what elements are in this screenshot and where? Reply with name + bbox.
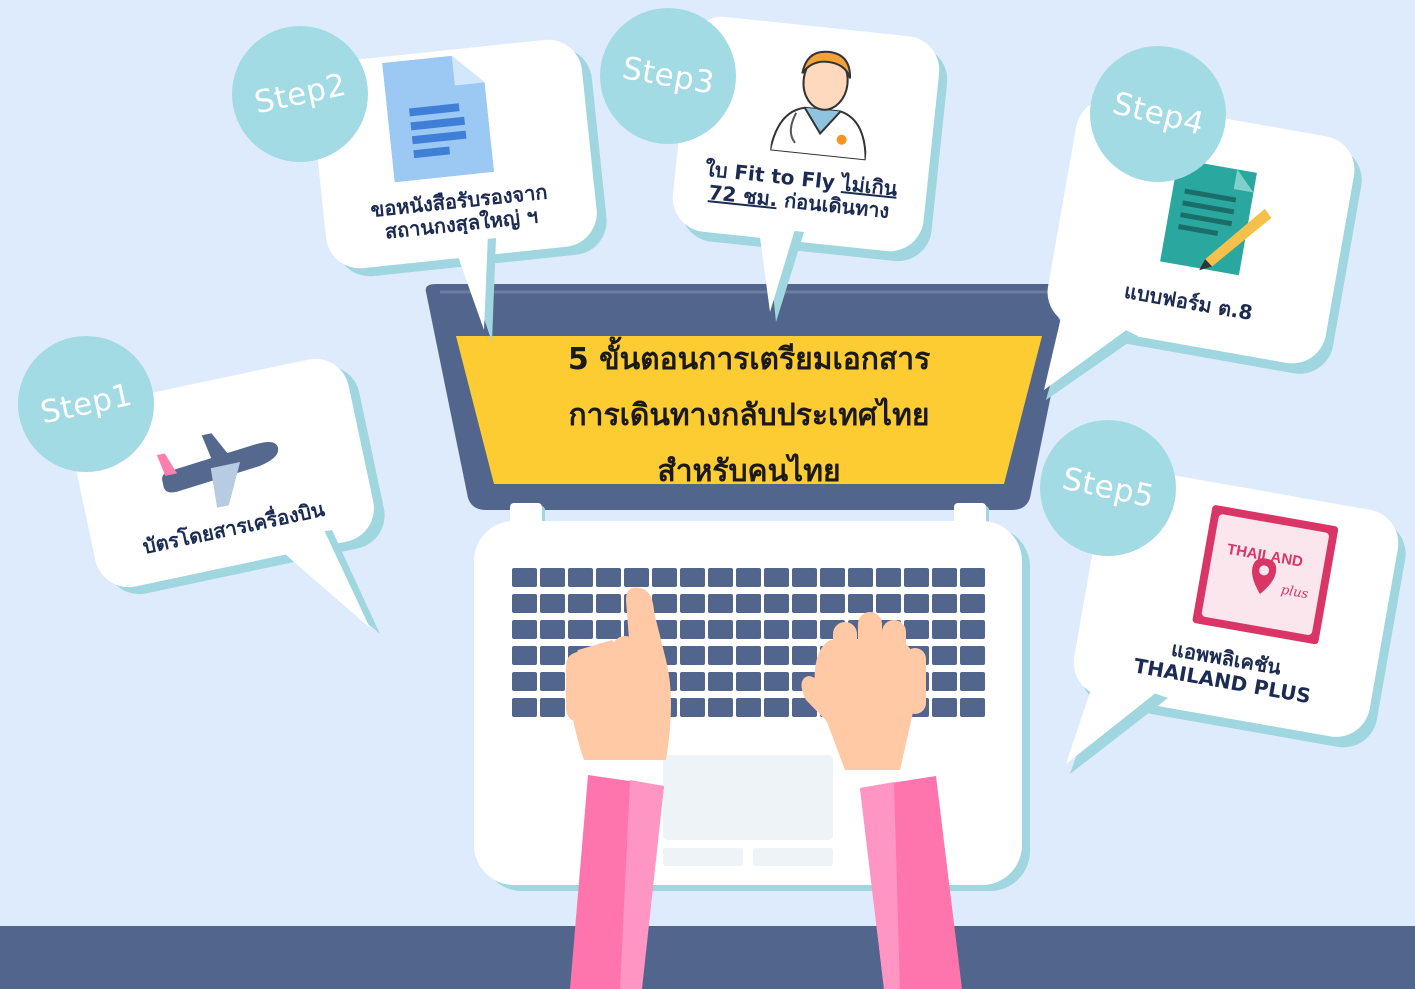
- step1-badge: Step1: [18, 336, 154, 472]
- doctor-icon: [770, 50, 867, 161]
- step2-badge: Step2: [232, 26, 368, 162]
- left-hand: [566, 587, 671, 760]
- step3-badge: Step3: [600, 8, 736, 144]
- document-icon: [382, 55, 495, 183]
- step2-tail: [450, 234, 496, 342]
- step3-tail: [758, 222, 804, 322]
- step1-tail: [262, 530, 380, 634]
- step5-badge: Step5: [1040, 420, 1176, 556]
- right-hand: [801, 612, 926, 770]
- infographic-canvas: { "title": { "line1": "5 ขั้นตอนการเตรีย…: [0, 0, 1415, 989]
- step4-tail: [1044, 296, 1138, 400]
- step4-badge: Step4: [1090, 46, 1226, 182]
- thailand-plus-app-icon: THAILAND plus: [1192, 505, 1339, 645]
- step5-tail: [1066, 668, 1168, 774]
